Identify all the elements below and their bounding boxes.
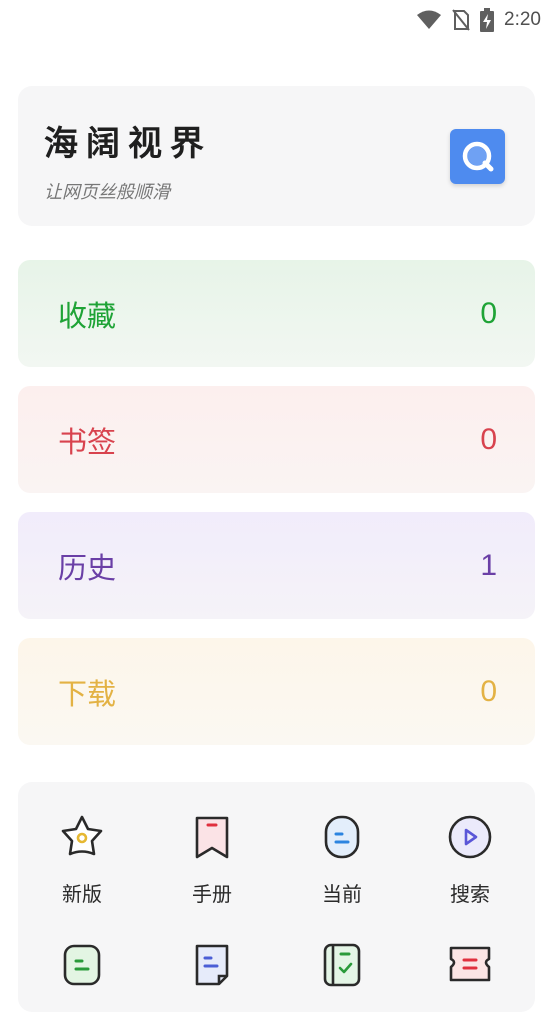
no-sim-icon <box>452 9 470 31</box>
history-card[interactable]: 历史 1 <box>18 512 535 619</box>
downloads-count: 0 <box>480 674 497 708</box>
capsule-icon <box>317 812 367 862</box>
play-circle-icon <box>445 812 495 862</box>
downloads-card[interactable]: 下载 0 <box>18 638 535 745</box>
history-count: 1 <box>480 548 497 582</box>
battery-charging-icon <box>480 8 495 32</box>
shortcut-label: 手册 <box>192 882 232 906</box>
bookmark-icon <box>187 812 237 862</box>
favorites-label: 收藏 <box>58 298 117 333</box>
shortcut-label: 新版 <box>62 882 102 906</box>
shortcut-search[interactable]: 搜索 <box>420 812 520 907</box>
clock: 2:20 <box>504 9 541 30</box>
shortcut-manual[interactable]: 手册 <box>162 812 262 907</box>
shortcut-label: 当前 <box>322 882 362 906</box>
shortcut-current[interactable]: 当前 <box>292 812 392 907</box>
bookmarks-label: 书签 <box>58 424 117 459</box>
star-icon <box>57 812 107 862</box>
brand-card: 海阔视界 让网页丝般顺滑 <box>18 86 535 226</box>
app-title: 海阔视界 <box>44 124 212 164</box>
shortcut-grid: 新版 手册 当前 搜索 <box>18 782 535 1012</box>
shortcut-label: 搜索 <box>450 882 490 906</box>
shortcut-new-version[interactable]: 新版 <box>32 812 132 907</box>
search-bubble-icon[interactable] <box>450 129 505 184</box>
favorites-count: 0 <box>480 296 497 330</box>
bookmarks-card[interactable]: 书签 0 <box>18 386 535 493</box>
history-label: 历史 <box>58 550 117 585</box>
downloads-label: 下载 <box>58 676 117 711</box>
status-bar: 2:20 <box>0 0 553 40</box>
bookmarks-count: 0 <box>480 422 497 456</box>
app-slogan: 让网页丝般顺滑 <box>44 182 170 203</box>
wifi-icon <box>417 10 442 29</box>
favorites-card[interactable]: 收藏 0 <box>18 260 535 367</box>
